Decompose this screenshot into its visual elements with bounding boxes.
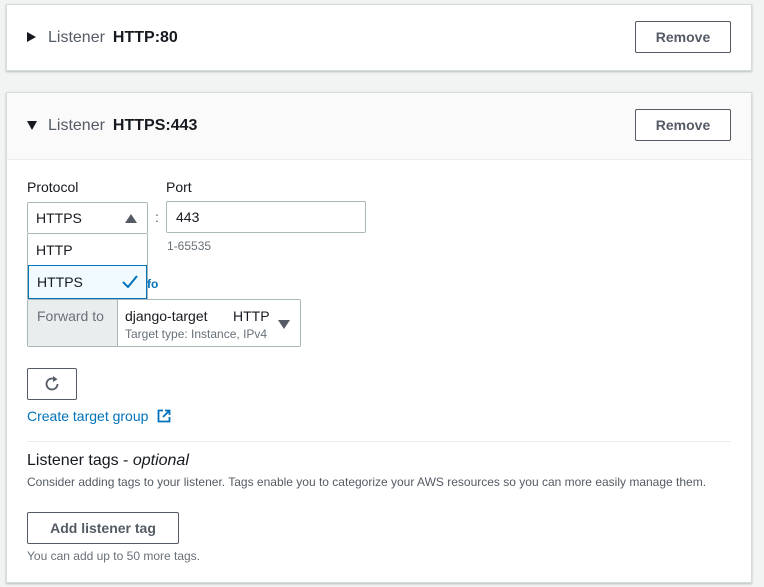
listener-https-title: Listener HTTPS:443 [48, 117, 197, 135]
check-icon [122, 275, 138, 288]
listener-tags-title: Listener tags - optional [27, 452, 189, 470]
protocol-dropdown-list: HTTP HTTPS [27, 234, 148, 299]
listener-tags-optional: optional [132, 452, 189, 469]
port-label: Port [166, 179, 192, 195]
create-target-group-link[interactable]: Create target group [27, 407, 171, 424]
tags-remaining-hint: You can add up to 50 more tags. [27, 549, 201, 563]
refresh-icon [45, 376, 59, 391]
caret-down-icon[interactable] [27, 121, 37, 130]
protocol-option-http[interactable]: HTTP [28, 234, 147, 265]
port-input[interactable]: 443 [166, 201, 366, 233]
forward-to-select[interactable]: Forward to django-target HTTP Target typ… [27, 299, 301, 347]
listener-https-panel: Listener HTTPS:443 Remove Protocol HTTPS … [6, 92, 752, 583]
protocol-option-label: HTTP [36, 241, 73, 258]
caret-up-icon [125, 214, 137, 223]
protocol-port-separator: : [155, 209, 159, 225]
create-target-group-label: Create target group [27, 408, 149, 424]
protocol-select[interactable]: HTTPS [27, 202, 148, 234]
protocol-selected-value: HTTPS [36, 210, 82, 226]
listener-value: HTTPS:443 [112, 117, 198, 134]
listener-tags-title-text: Listener tags - [27, 452, 133, 469]
port-hint: 1-65535 [167, 239, 212, 253]
caret-right-icon[interactable] [27, 32, 36, 42]
target-group-name: django-target [125, 308, 208, 324]
info-link[interactable]: fo [147, 277, 158, 291]
listener-http-title: Listener HTTP:80 [48, 29, 178, 47]
protocol-option-https[interactable]: HTTPS [28, 265, 147, 299]
listener-value: HTTP:80 [112, 29, 178, 46]
listener-label: Listener [48, 117, 105, 134]
listener-label: Listener [48, 29, 105, 46]
protocol-label: Protocol [27, 179, 79, 195]
remove-listener-http-button[interactable]: Remove [635, 21, 731, 53]
refresh-button[interactable] [27, 368, 77, 400]
section-divider [27, 441, 731, 442]
forward-to-label: Forward to [37, 308, 104, 324]
listener-http-panel: Listener HTTP:80 Remove [6, 4, 752, 71]
listener-tags-description: Consider adding tags to your listener. T… [27, 475, 707, 489]
port-input-value: 443 [176, 209, 200, 225]
target-group-description: Target type: Instance, IPv4 [125, 327, 268, 341]
add-listener-tag-button[interactable]: Add listener tag [27, 512, 179, 544]
protocol-option-label: HTTPS [37, 274, 83, 290]
remove-listener-https-button[interactable]: Remove [635, 109, 731, 141]
forward-to-addon: Forward to [28, 300, 118, 346]
target-group-protocol: HTTP [233, 308, 270, 324]
external-link-icon [157, 409, 171, 423]
caret-down-icon [278, 320, 290, 329]
